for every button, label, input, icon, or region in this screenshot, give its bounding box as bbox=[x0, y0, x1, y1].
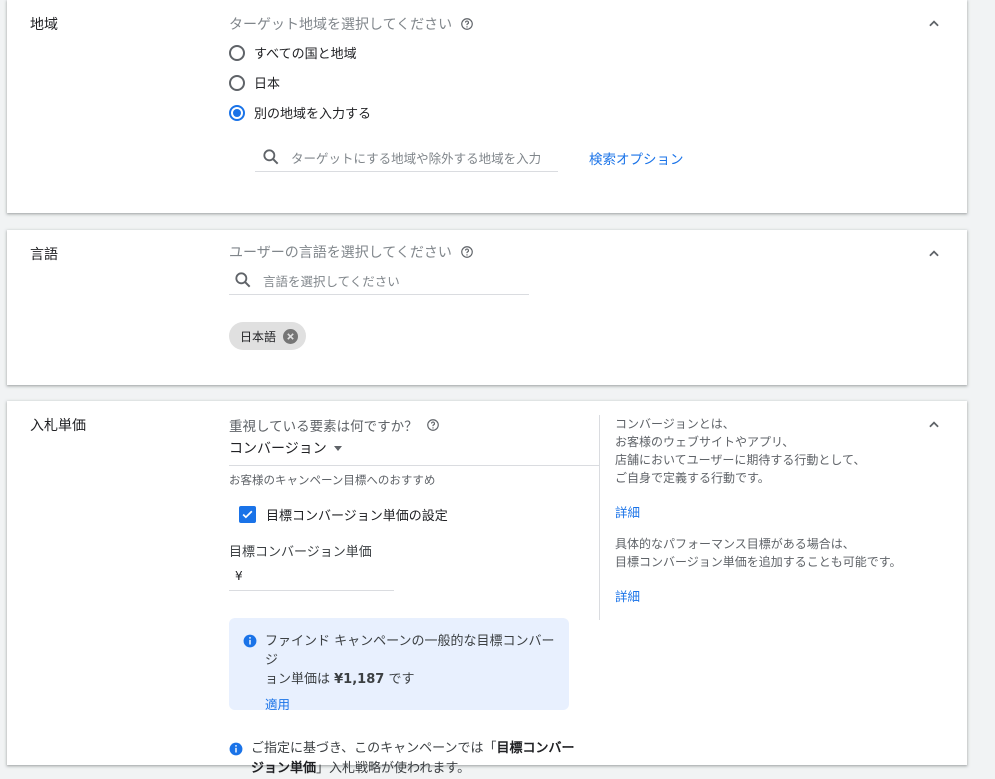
info-icon bbox=[229, 742, 243, 756]
info-value: ¥1,187 bbox=[334, 672, 385, 687]
radio-all-countries[interactable]: すべての国と地域 bbox=[229, 43, 357, 62]
details-link-2[interactable]: 詳細 bbox=[615, 586, 640, 605]
radio-label: 別の地域を入力する bbox=[254, 107, 372, 122]
close-icon bbox=[287, 332, 294, 340]
note-post: 」入札戦略が使われます。 bbox=[316, 761, 471, 776]
chevron-up-icon bbox=[929, 250, 939, 257]
note-bold-1: 目標コンバー bbox=[496, 741, 575, 756]
region-title: 地域 bbox=[30, 17, 58, 33]
help-icon[interactable] bbox=[460, 245, 474, 259]
currency-symbol: ¥ bbox=[235, 568, 243, 583]
strategy-note-text: ご指定に基づき、このキャンペーンでは「目標コンバージョン単価」入札戦略が使われま… bbox=[251, 739, 591, 779]
chevron-up-icon bbox=[929, 421, 939, 428]
cpa-label: 目標コンバージョン単価 bbox=[229, 545, 372, 560]
recommend-label: お客様のキャンペーン目標へのおすすめ bbox=[229, 473, 436, 487]
help-icon[interactable] bbox=[426, 418, 440, 432]
dropdown-arrow-icon bbox=[333, 446, 342, 451]
target-cpa-checkbox[interactable] bbox=[239, 506, 256, 523]
side-line: ご自身で定義する行動です。 bbox=[615, 471, 770, 485]
info-icon bbox=[243, 634, 257, 648]
region-search-input[interactable]: ターゲットにする地域や除外する地域を入力 bbox=[255, 143, 558, 172]
chevron-up-icon bbox=[929, 20, 939, 27]
language-hint: ユーザーの言語を選択してください bbox=[229, 242, 474, 262]
region-search-placeholder: ターゲットにする地域や除外する地域を入力 bbox=[291, 150, 542, 166]
region-panel: 地域 ターゲット地域を選択してください すべての国と地域 日本 別の地域を入力す… bbox=[7, 0, 967, 213]
help-icon[interactable] bbox=[460, 17, 474, 31]
chip-label: 日本語 bbox=[240, 329, 277, 344]
target-cpa-input[interactable]: ¥ bbox=[229, 561, 394, 591]
side-line: 目標コンバージョン単価を追加することも可能です。 bbox=[615, 555, 902, 569]
language-hint-text: ユーザーの言語を選択してください bbox=[229, 245, 452, 261]
bidding-question-text: 重視している要素は何ですか？ bbox=[229, 419, 418, 435]
search-icon bbox=[235, 272, 251, 288]
info-line1: ファインド キャンペーンの一般的な目標コンバージ bbox=[265, 634, 555, 668]
bidding-question: 重視している要素は何ですか？ bbox=[229, 415, 440, 435]
language-panel: 言語 ユーザーの言語を選択してください 言語を選択してください 日本語 bbox=[7, 230, 967, 385]
side-line: お客様のウェブサイトやアプリ、 bbox=[615, 435, 795, 449]
check-icon bbox=[242, 510, 253, 519]
info-line2-pre: ョン単価は bbox=[265, 672, 335, 687]
bid-focus-dropdown[interactable]: コンバージョン bbox=[229, 438, 343, 458]
vertical-divider bbox=[599, 415, 600, 620]
language-chip: 日本語 bbox=[229, 322, 307, 350]
bidding-title: 入札単価 bbox=[30, 418, 86, 434]
details-link-1[interactable]: 詳細 bbox=[615, 502, 640, 521]
collapse-language-button[interactable] bbox=[925, 245, 943, 263]
info-line2-post: です bbox=[384, 672, 415, 687]
language-search-placeholder: 言語を選択してください bbox=[263, 273, 400, 289]
region-hint-text: ターゲット地域を選択してください bbox=[229, 17, 453, 33]
radio-button[interactable] bbox=[229, 44, 245, 61]
bid-focus-value: コンバージョン bbox=[229, 441, 327, 457]
side-line: 店舗においてユーザーに期待する行動として、 bbox=[615, 453, 866, 467]
note-pre: ご指定に基づき、このキャンペーンでは「 bbox=[251, 741, 497, 756]
side-line: コンバージョンとは、 bbox=[615, 417, 735, 431]
collapse-region-button[interactable] bbox=[925, 15, 943, 33]
collapse-bidding-button[interactable] bbox=[925, 416, 943, 434]
bidding-panel: 入札単価 重視している要素は何ですか？ コンバージョン お客様のキャンペーン目標… bbox=[7, 401, 967, 776]
radio-label: 日本 bbox=[254, 77, 281, 92]
radio-label: すべての国と地域 bbox=[254, 47, 357, 62]
radio-japan[interactable]: 日本 bbox=[229, 73, 280, 92]
info-text: ファインド キャンペーンの一般的な目標コンバージ ョン単価は ¥1,187 です bbox=[265, 632, 557, 689]
strategy-note: ご指定に基づき、このキャンペーンでは「目標コンバージョン単価」入札戦略が使われま… bbox=[229, 739, 591, 779]
cpa-info-box: ファインド キャンペーンの一般的な目標コンバージ ョン単価は ¥1,187 です… bbox=[229, 618, 569, 713]
checkbox-label: 目標コンバージョン単価の設定 bbox=[266, 509, 448, 524]
search-options-link[interactable]: 検索オプション bbox=[589, 148, 684, 168]
apply-link[interactable]: 適用 bbox=[265, 694, 290, 713]
side-text-1: コンバージョンとは、 お客様のウェブサイトやアプリ、 店舗においてユーザーに期待… bbox=[615, 415, 865, 487]
target-cpa-checkbox-row[interactable]: 目標コンバージョン単価の設定 bbox=[239, 505, 448, 524]
side-text-2: 具体的なパフォーマンス目標がある場合は、 目標コンバージョン単価を追加することも… bbox=[615, 535, 902, 571]
remove-chip-button[interactable] bbox=[283, 328, 299, 344]
search-icon bbox=[263, 149, 279, 165]
divider bbox=[229, 465, 599, 466]
radio-button[interactable] bbox=[229, 74, 245, 91]
language-title: 言語 bbox=[30, 247, 58, 263]
language-search-input[interactable]: 言語を選択してください bbox=[229, 266, 529, 295]
side-line: 具体的なパフォーマンス目標がある場合は、 bbox=[615, 537, 855, 551]
region-hint: ターゲット地域を選択してください bbox=[229, 14, 474, 34]
radio-other-region[interactable]: 別の地域を入力する bbox=[229, 103, 371, 122]
radio-button-selected[interactable] bbox=[229, 104, 245, 121]
note-bold-2: ジョン単価 bbox=[251, 761, 317, 776]
